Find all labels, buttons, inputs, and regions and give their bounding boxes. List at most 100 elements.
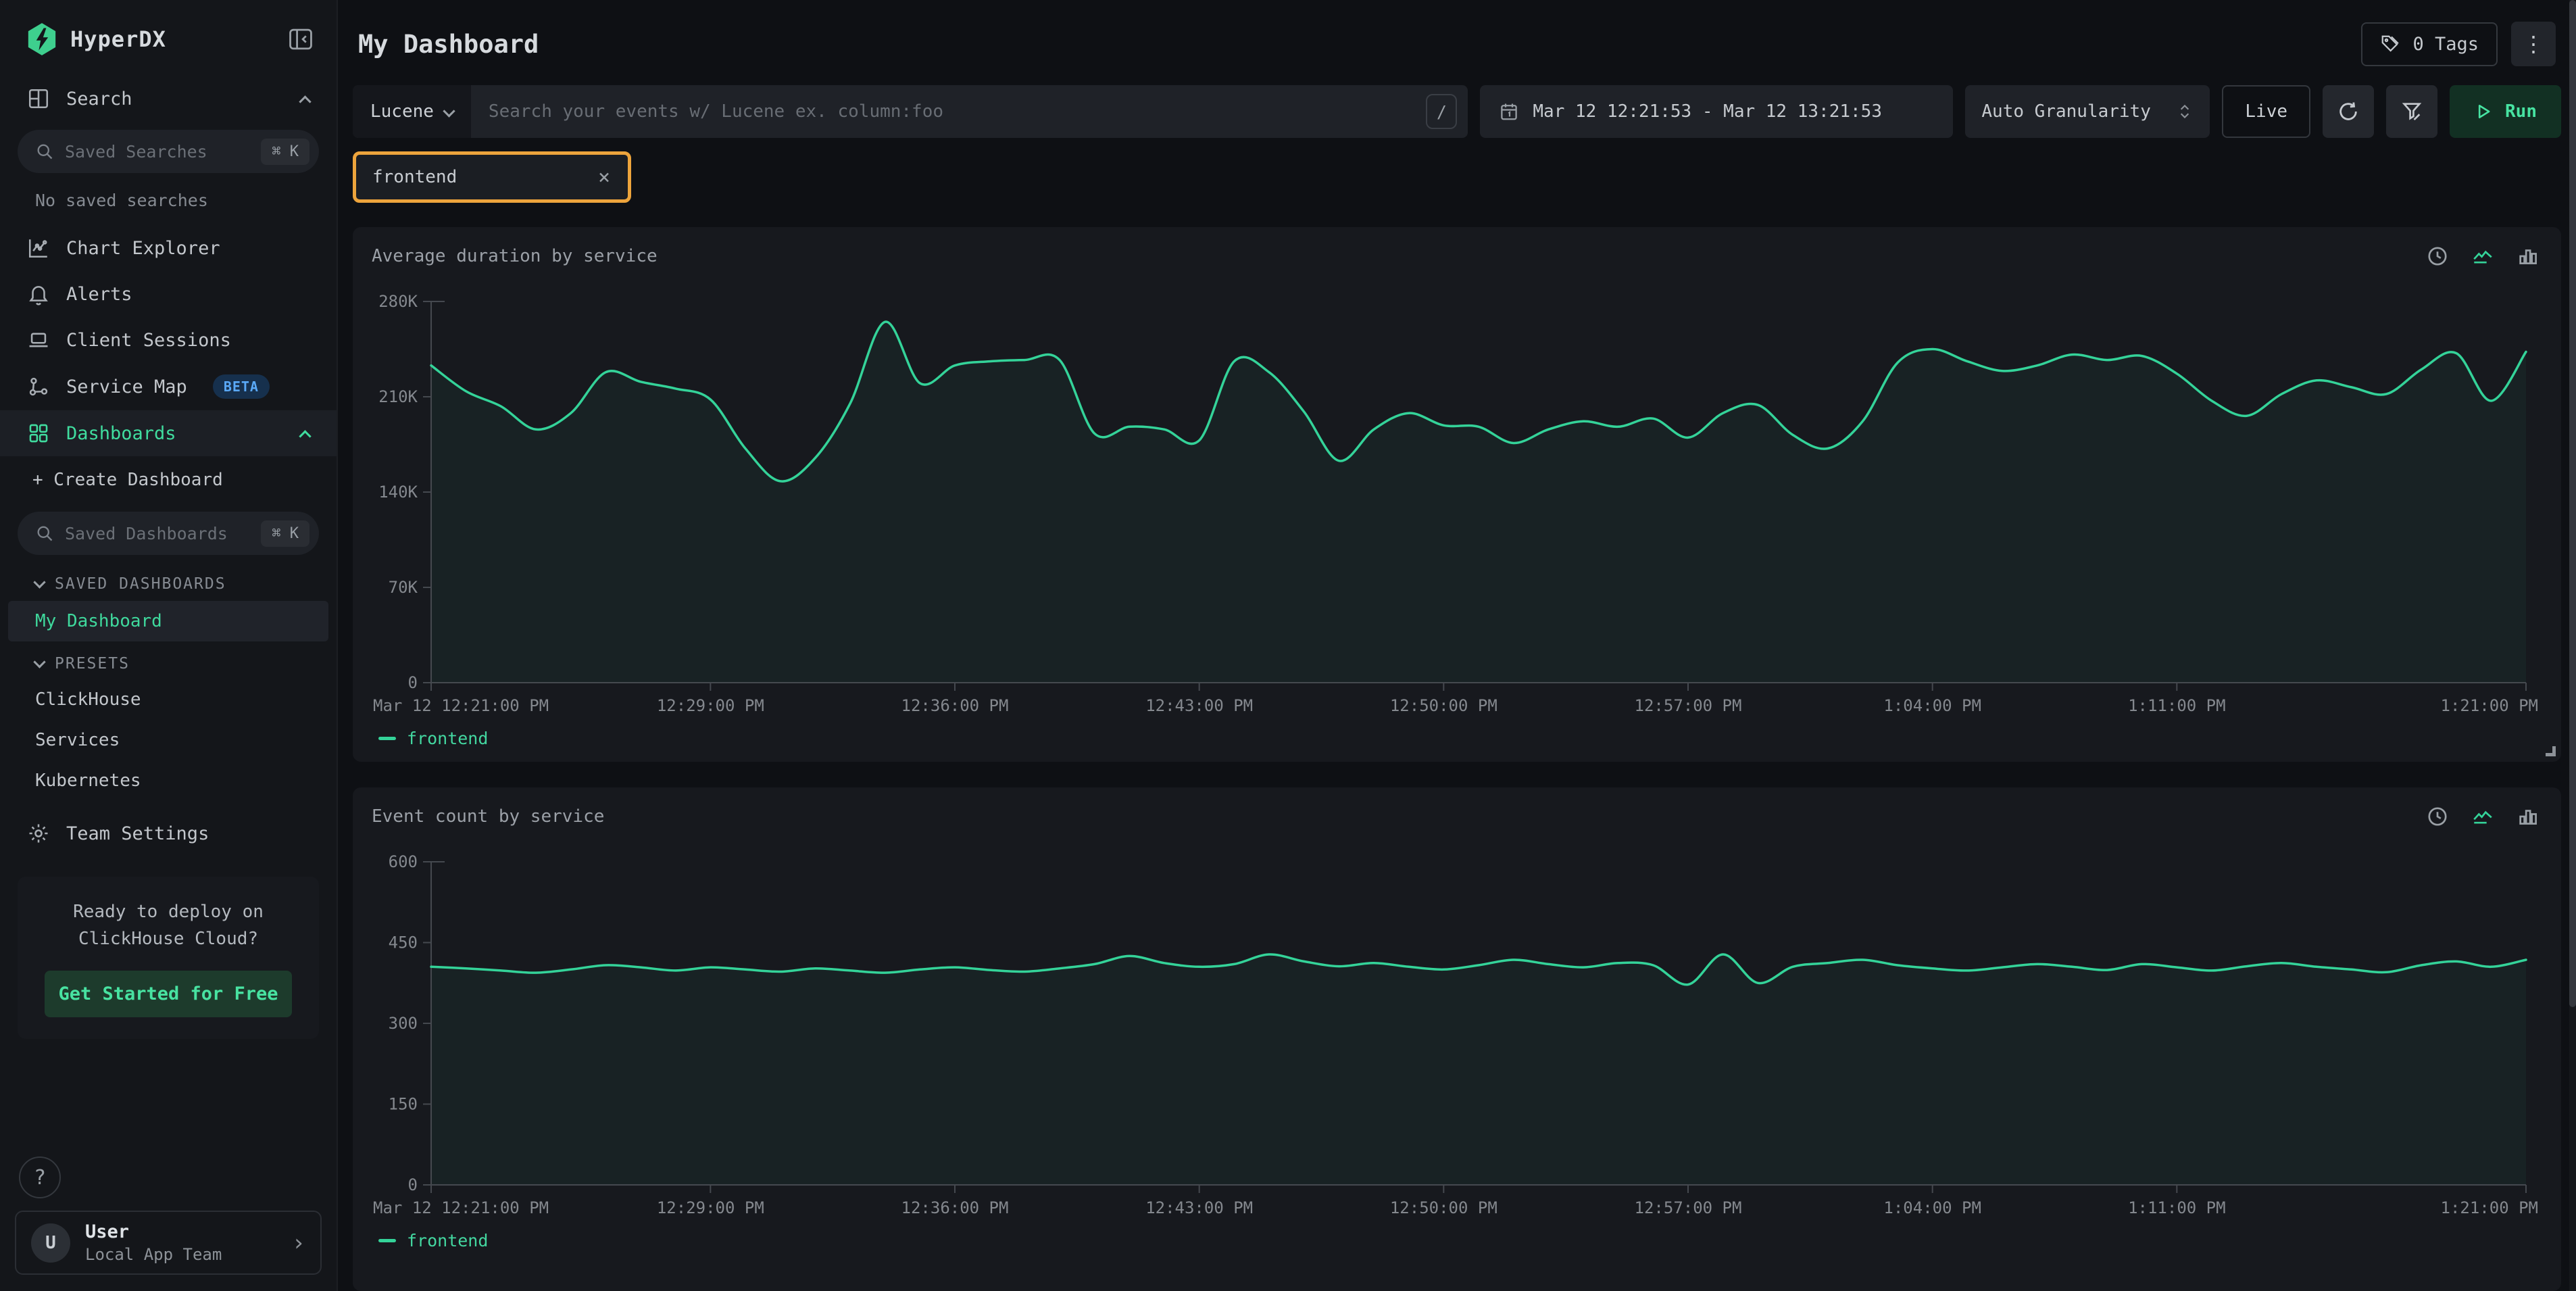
more-options-button[interactable]: ⋮ xyxy=(2511,22,2556,66)
line-chart-toggle-icon[interactable] xyxy=(2471,245,2495,268)
sidebar-item-services[interactable]: Services xyxy=(0,720,337,760)
get-started-button[interactable]: Get Started for Free xyxy=(45,971,292,1017)
promo-text: Ready to deploy on ClickHouse Cloud? xyxy=(34,898,303,953)
saved-dashboards-box[interactable]: ⌘ K xyxy=(18,512,319,555)
svg-text:12:57:00 PM: 12:57:00 PM xyxy=(1635,1198,1742,1217)
sidebar-item-label: Client Sessions xyxy=(66,330,231,351)
granularity-value: Auto Granularity xyxy=(1981,101,2150,122)
close-icon[interactable]: × xyxy=(594,166,614,189)
sidebar-item-label: Chart Explorer xyxy=(66,238,220,259)
calendar-icon xyxy=(1499,101,1519,122)
event-search-input[interactable] xyxy=(471,101,1426,122)
legend-marker xyxy=(378,737,396,740)
sidebar-item-label: Team Settings xyxy=(66,823,209,844)
sidebar-item-team-settings[interactable]: Team Settings xyxy=(0,810,337,856)
svg-text:140K: 140K xyxy=(378,483,418,502)
bell-icon xyxy=(27,283,50,306)
svg-text:Mar 12 12:21:00 PM: Mar 12 12:21:00 PM xyxy=(373,696,549,715)
time-format-icon[interactable] xyxy=(2426,805,2449,828)
sidebar: HyperDX Search ⌘ K No saved searches Cha… xyxy=(0,0,338,1291)
svg-text:600: 600 xyxy=(389,852,418,871)
line-chart-toggle-icon[interactable] xyxy=(2471,805,2495,828)
live-button[interactable]: Live xyxy=(2222,85,2310,138)
create-dashboard-button[interactable]: + Create Dashboard xyxy=(0,456,337,504)
saved-searches-box[interactable]: ⌘ K xyxy=(18,130,319,173)
chevron-down-icon xyxy=(443,105,455,117)
svg-text:300: 300 xyxy=(389,1014,418,1033)
svg-text:12:50:00 PM: 12:50:00 PM xyxy=(1390,1198,1497,1217)
time-format-icon[interactable] xyxy=(2426,245,2449,268)
legend-label: frontend xyxy=(407,1231,488,1250)
main-content: My Dashboard 0 Tags ⋮ Lucene / Mar 12 xyxy=(338,0,2576,1291)
chart-canvas: 070K140K210K280KMar 12 12:21:00 PM12:29:… xyxy=(372,292,2542,721)
chart-legend[interactable]: frontend xyxy=(372,1231,2542,1250)
search-nav-icon xyxy=(27,87,50,110)
svg-text:280K: 280K xyxy=(378,292,418,311)
svg-text:150: 150 xyxy=(389,1095,418,1114)
chart-panel-event-count: Event count by service 0 150 300 450 600 Mar … xyxy=(353,787,2561,1291)
chart-svg: 0 150 300 450 600 Mar 12 12:21:00 PM 12:29:00 … xyxy=(372,852,2542,1223)
bar-chart-toggle-icon[interactable] xyxy=(2517,245,2540,268)
clickhouse-cloud-promo: Ready to deploy on ClickHouse Cloud? Get… xyxy=(18,877,319,1039)
svg-text:1:04:00 PM: 1:04:00 PM xyxy=(1883,1198,1981,1217)
svg-text:12:36:00 PM: 12:36:00 PM xyxy=(901,1198,1009,1217)
service-map-icon xyxy=(27,375,50,398)
resize-handle[interactable] xyxy=(2546,746,2556,756)
svg-text:12:29:00 PM: 12:29:00 PM xyxy=(657,1198,764,1217)
svg-text:70K: 70K xyxy=(389,578,418,597)
dashboard-filter-input[interactable] xyxy=(372,167,594,187)
saved-dashboards-section-header[interactable]: SAVED DASHBOARDS xyxy=(0,563,337,600)
svg-text:0: 0 xyxy=(408,673,418,692)
chart-legend[interactable]: frontend xyxy=(372,729,2542,748)
chart-explorer-icon xyxy=(27,237,50,260)
query-toolbar: Lucene / Mar 12 12:21:53 - Mar 12 13:21:… xyxy=(353,85,2561,138)
bar-chart-toggle-icon[interactable] xyxy=(2517,805,2540,828)
user-card[interactable]: U User Local App Team › xyxy=(15,1211,322,1275)
saved-searches-input[interactable] xyxy=(65,142,250,162)
svg-text:12:50:00 PM: 12:50:00 PM xyxy=(1390,696,1497,715)
sidebar-item-search[interactable]: Search xyxy=(0,76,337,122)
saved-dashboards-input[interactable] xyxy=(65,524,250,543)
refresh-button[interactable] xyxy=(2323,85,2374,138)
granularity-select[interactable]: Auto Granularity xyxy=(1965,85,2210,138)
sidebar-item-label: Service Map xyxy=(66,376,187,397)
sidebar-item-alerts[interactable]: Alerts xyxy=(0,271,337,317)
chart-canvas: 0 150 300 450 600 Mar 12 12:21:00 PM 12:29:00 … xyxy=(372,852,2542,1223)
query-language-dropdown[interactable]: Lucene xyxy=(353,85,471,138)
run-button[interactable]: Run xyxy=(2450,85,2561,138)
page-scrollbar[interactable] xyxy=(2569,0,2576,1291)
scrollbar-thumb[interactable] xyxy=(2569,0,2576,1007)
svg-text:0: 0 xyxy=(408,1175,418,1194)
user-team: Local App Team xyxy=(85,1245,222,1264)
shortcut-badge: ⌘ K xyxy=(261,520,309,547)
dashboard-filter-chip[interactable]: × xyxy=(353,151,631,203)
sidebar-item-my-dashboard[interactable]: My Dashboard xyxy=(8,601,328,641)
presets-section-header[interactable]: PRESETS xyxy=(0,643,337,679)
sidebar-item-label: Search xyxy=(66,89,132,109)
chart-title: Event count by service xyxy=(372,806,2542,827)
svg-text:450: 450 xyxy=(389,933,418,952)
svg-text:12:29:00 PM: 12:29:00 PM xyxy=(657,696,764,715)
date-range-picker[interactable]: Mar 12 12:21:53 - Mar 12 13:21:53 xyxy=(1480,85,1953,138)
sidebar-item-clickhouse[interactable]: ClickHouse xyxy=(0,679,337,720)
chevron-down-icon xyxy=(33,576,45,588)
sidebar-item-dashboards[interactable]: Dashboards xyxy=(0,410,337,456)
chevron-up-icon xyxy=(299,430,311,442)
sidebar-item-service-map[interactable]: Service Map BETA xyxy=(0,363,337,410)
filter-button[interactable] xyxy=(2386,85,2437,138)
help-button[interactable]: ? xyxy=(19,1156,61,1198)
sidebar-item-chart-explorer[interactable]: Chart Explorer xyxy=(0,225,337,271)
chevron-down-icon xyxy=(33,656,45,668)
tags-button[interactable]: 0 Tags xyxy=(2361,22,2498,66)
search-icon xyxy=(35,524,54,543)
svg-text:1:04:00 PM: 1:04:00 PM xyxy=(1883,696,1981,715)
avatar: U xyxy=(31,1223,70,1263)
event-search-control: Lucene / xyxy=(353,85,1468,138)
date-range-value: Mar 12 12:21:53 - Mar 12 13:21:53 xyxy=(1533,101,1882,122)
sidebar-item-client-sessions[interactable]: Client Sessions xyxy=(0,317,337,363)
sidebar-collapse-icon[interactable] xyxy=(288,28,314,51)
svg-text:Mar 12 12:21:00 PM: Mar 12 12:21:00 PM xyxy=(373,1198,549,1217)
play-icon xyxy=(2474,102,2493,121)
sidebar-item-kubernetes[interactable]: Kubernetes xyxy=(0,760,337,801)
no-saved-searches-text: No saved searches xyxy=(0,181,337,225)
